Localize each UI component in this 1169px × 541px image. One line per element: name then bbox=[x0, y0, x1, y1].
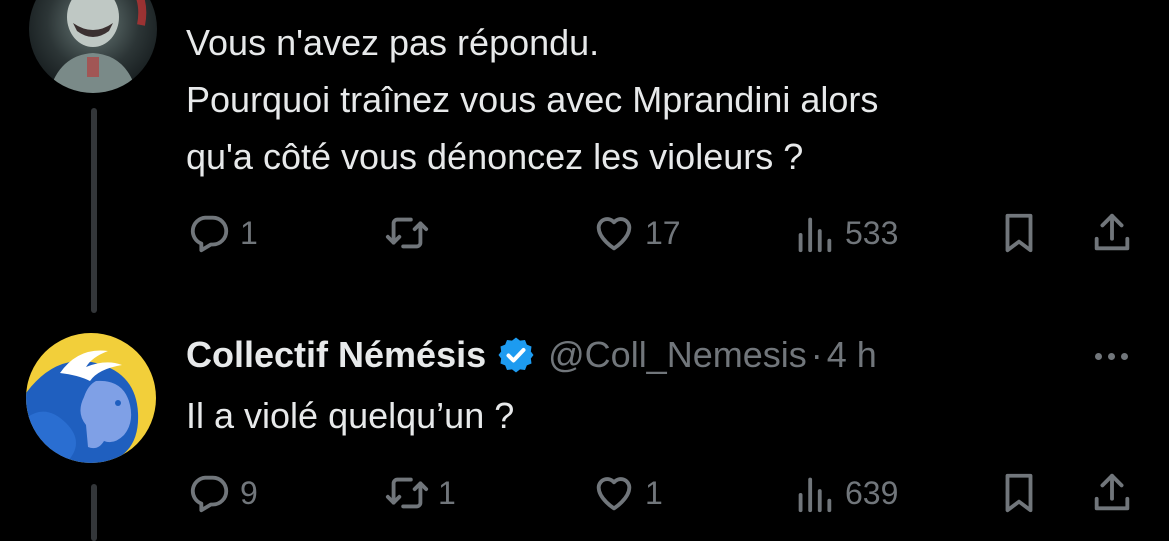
thread-line-top bbox=[91, 108, 97, 313]
tweet1-text: Vous n'avez pas répondu. Pourquoi traîne… bbox=[186, 14, 878, 185]
bookmark-button[interactable] bbox=[996, 463, 1042, 523]
separator: · bbox=[810, 334, 823, 375]
more-icon bbox=[1095, 352, 1128, 360]
timestamp[interactable]: 4 h bbox=[827, 334, 877, 376]
reply-icon bbox=[190, 475, 229, 513]
repost-icon bbox=[385, 477, 429, 509]
more-button[interactable] bbox=[1095, 336, 1128, 376]
bookmark-button[interactable] bbox=[996, 203, 1042, 263]
like-button[interactable]: 17 bbox=[591, 203, 681, 263]
like-button[interactable]: 1 bbox=[591, 463, 663, 523]
avatar-collectif-nemesis[interactable] bbox=[26, 333, 156, 463]
views-icon bbox=[798, 217, 832, 253]
reply-count: 9 bbox=[240, 474, 258, 511]
repost-icon bbox=[385, 217, 429, 249]
author-handle[interactable]: @Coll_Nemesis bbox=[548, 334, 807, 376]
tweet1-line-2: Pourquoi traînez vous avec Mprandini alo… bbox=[186, 79, 879, 120]
share-button[interactable] bbox=[1089, 463, 1135, 523]
tweet1-line-3: qu'a côté vous dénoncez les violeurs ? bbox=[186, 136, 804, 177]
reply-button[interactable]: 9 bbox=[186, 463, 258, 523]
repost-button[interactable] bbox=[384, 203, 438, 263]
views-count: 533 bbox=[845, 214, 899, 251]
author-name[interactable]: Collectif Némésis bbox=[186, 334, 486, 376]
like-icon bbox=[596, 217, 632, 251]
views-count: 639 bbox=[845, 474, 899, 511]
views-button[interactable]: 639 bbox=[791, 463, 898, 523]
share-button[interactable] bbox=[1089, 203, 1135, 263]
tweet1-line-1: Vous n'avez pas répondu. bbox=[186, 22, 600, 63]
verified-badge-icon bbox=[498, 337, 534, 373]
reply-count: 1 bbox=[240, 214, 258, 251]
tweet2-text: Il a violé quelqu’un ? bbox=[186, 395, 515, 436]
like-icon bbox=[596, 477, 632, 511]
repost-button[interactable]: 1 bbox=[384, 463, 456, 523]
views-icon bbox=[798, 477, 832, 513]
like-count: 17 bbox=[645, 214, 681, 251]
avatar-user1[interactable] bbox=[29, 0, 157, 93]
bookmark-icon bbox=[1005, 473, 1033, 513]
thread-line-bottom bbox=[91, 484, 97, 541]
tweet2-header: Collectif Némésis @Coll_Nemesis · 4 h bbox=[186, 330, 877, 380]
reply-icon bbox=[190, 215, 229, 253]
share-icon bbox=[1094, 213, 1130, 251]
bookmark-icon bbox=[1005, 213, 1033, 253]
reply-button[interactable]: 1 bbox=[186, 203, 258, 263]
share-icon bbox=[1094, 473, 1130, 511]
tweet2-actions: 9 1 1 639 bbox=[186, 463, 1141, 523]
repost-count: 1 bbox=[438, 474, 456, 511]
views-button[interactable]: 533 bbox=[791, 203, 898, 263]
like-count: 1 bbox=[645, 474, 663, 511]
tweet1-actions: 1 17 533 bbox=[186, 203, 1141, 263]
